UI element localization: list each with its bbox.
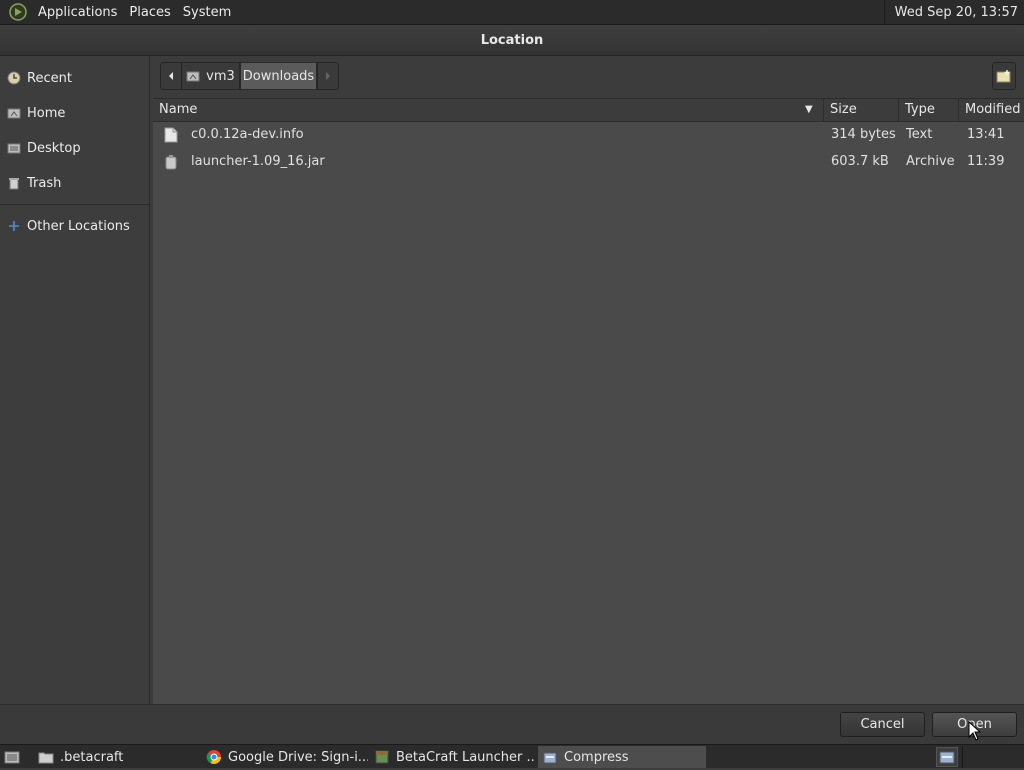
task-betacraft-launcher[interactable]: BetaCraft Launcher ... xyxy=(370,746,536,768)
path-bar: vm3 Downloads xyxy=(153,56,1024,98)
file-browser: vm3 Downloads Name ▼ Size Type Modified … xyxy=(153,56,1024,704)
breadcrumb-vm3[interactable]: vm3 xyxy=(182,62,240,90)
show-desktop-button[interactable] xyxy=(0,746,30,768)
file-name: c0.0.12a-dev.info xyxy=(191,127,304,142)
dialog-title: Location xyxy=(0,25,1024,56)
sort-descending-icon: ▼ xyxy=(805,104,813,115)
sidebar-divider xyxy=(0,204,149,205)
sidebar-item-other-locations[interactable]: Other Locations xyxy=(0,211,149,241)
tray-compress-icon[interactable] xyxy=(936,747,958,767)
task-google-drive[interactable]: Google Drive: Sign-i... xyxy=(202,746,368,768)
task-compress[interactable]: Compress xyxy=(538,746,706,768)
file-name: launcher-1.09_16.jar xyxy=(191,154,325,169)
taskbar: .betacraft Google Drive: Sign-i... BetaC… xyxy=(0,744,1024,768)
breadcrumb-label: vm3 xyxy=(206,68,235,84)
dialog-actions: Cancel Open xyxy=(0,704,1024,744)
task-label: BetaCraft Launcher ... xyxy=(396,749,536,765)
chrome-icon xyxy=(206,749,222,765)
chevron-left-icon xyxy=(169,72,173,80)
sidebar-item-label: Desktop xyxy=(27,140,81,156)
text-file-icon xyxy=(164,127,178,143)
file-type: Text xyxy=(906,127,933,142)
new-folder-button[interactable] xyxy=(992,62,1016,90)
task-betacraft-folder[interactable]: .betacraft xyxy=(34,746,200,768)
tray-area xyxy=(962,746,1024,768)
sidebar-item-label: Recent xyxy=(27,70,72,86)
sidebar-item-label: Home xyxy=(27,105,66,121)
sidebar-item-trash[interactable]: Trash xyxy=(0,168,149,198)
betacraft-icon xyxy=(374,749,390,765)
sidebar-item-desktop[interactable]: Desktop xyxy=(0,133,149,163)
file-row[interactable]: c0.0.12a-dev.info 314 bytes Text 13:41 xyxy=(153,122,1024,148)
file-modified: 11:39 xyxy=(967,154,1005,169)
distro-logo-icon[interactable] xyxy=(8,2,28,22)
folder-icon xyxy=(38,749,54,765)
task-label: .betacraft xyxy=(60,749,124,765)
menu-applications[interactable]: Applications xyxy=(32,0,123,25)
sidebar-item-label: Trash xyxy=(27,175,62,191)
sidebar-item-recent[interactable]: Recent xyxy=(0,63,149,93)
forward-button[interactable] xyxy=(317,62,339,90)
task-label: Compress xyxy=(564,749,629,765)
column-name[interactable]: Name xyxy=(153,99,823,121)
home-icon xyxy=(6,105,22,121)
recent-icon xyxy=(6,70,22,86)
panel-menu: Applications Places System xyxy=(32,0,237,24)
column-modified[interactable]: Modified xyxy=(958,99,1024,121)
plus-icon xyxy=(6,218,22,234)
menu-system[interactable]: System xyxy=(177,0,237,25)
task-label: Google Drive: Sign-i... xyxy=(228,749,368,765)
cancel-button[interactable]: Cancel xyxy=(840,712,925,737)
new-folder-icon xyxy=(996,70,1011,83)
sidebar-item-home[interactable]: Home xyxy=(0,98,149,128)
file-modified: 13:41 xyxy=(967,127,1005,142)
show-desktop-icon xyxy=(4,749,20,765)
chevron-right-icon xyxy=(326,72,330,80)
archive-file-icon xyxy=(165,155,177,170)
file-row[interactable]: launcher-1.09_16.jar 603.7 kB Archive 11… xyxy=(153,149,1024,175)
file-size: 603.7 kB xyxy=(831,154,889,169)
breadcrumb-downloads[interactable]: Downloads xyxy=(240,62,317,90)
trash-icon xyxy=(6,175,22,191)
menu-places[interactable]: Places xyxy=(123,0,176,25)
top-panel: Applications Places System Wed Sep 20, 1… xyxy=(0,0,1024,25)
file-size: 314 bytes xyxy=(831,127,896,142)
sidebar-item-label: Other Locations xyxy=(27,218,130,234)
home-icon xyxy=(186,71,200,82)
column-type[interactable]: Type xyxy=(898,99,958,121)
clock[interactable]: Wed Sep 20, 13:57 xyxy=(883,0,1024,24)
places-sidebar: Recent Home Desktop Trash Other Location… xyxy=(0,56,150,704)
column-header: Name ▼ Size Type Modified xyxy=(153,98,1024,122)
desktop-icon xyxy=(6,140,22,156)
file-type: Archive xyxy=(906,154,955,169)
mouse-cursor-icon xyxy=(968,721,982,741)
column-size[interactable]: Size xyxy=(823,99,898,121)
breadcrumb-label: Downloads xyxy=(242,68,315,84)
compress-icon xyxy=(542,749,558,765)
back-button[interactable] xyxy=(160,62,182,90)
